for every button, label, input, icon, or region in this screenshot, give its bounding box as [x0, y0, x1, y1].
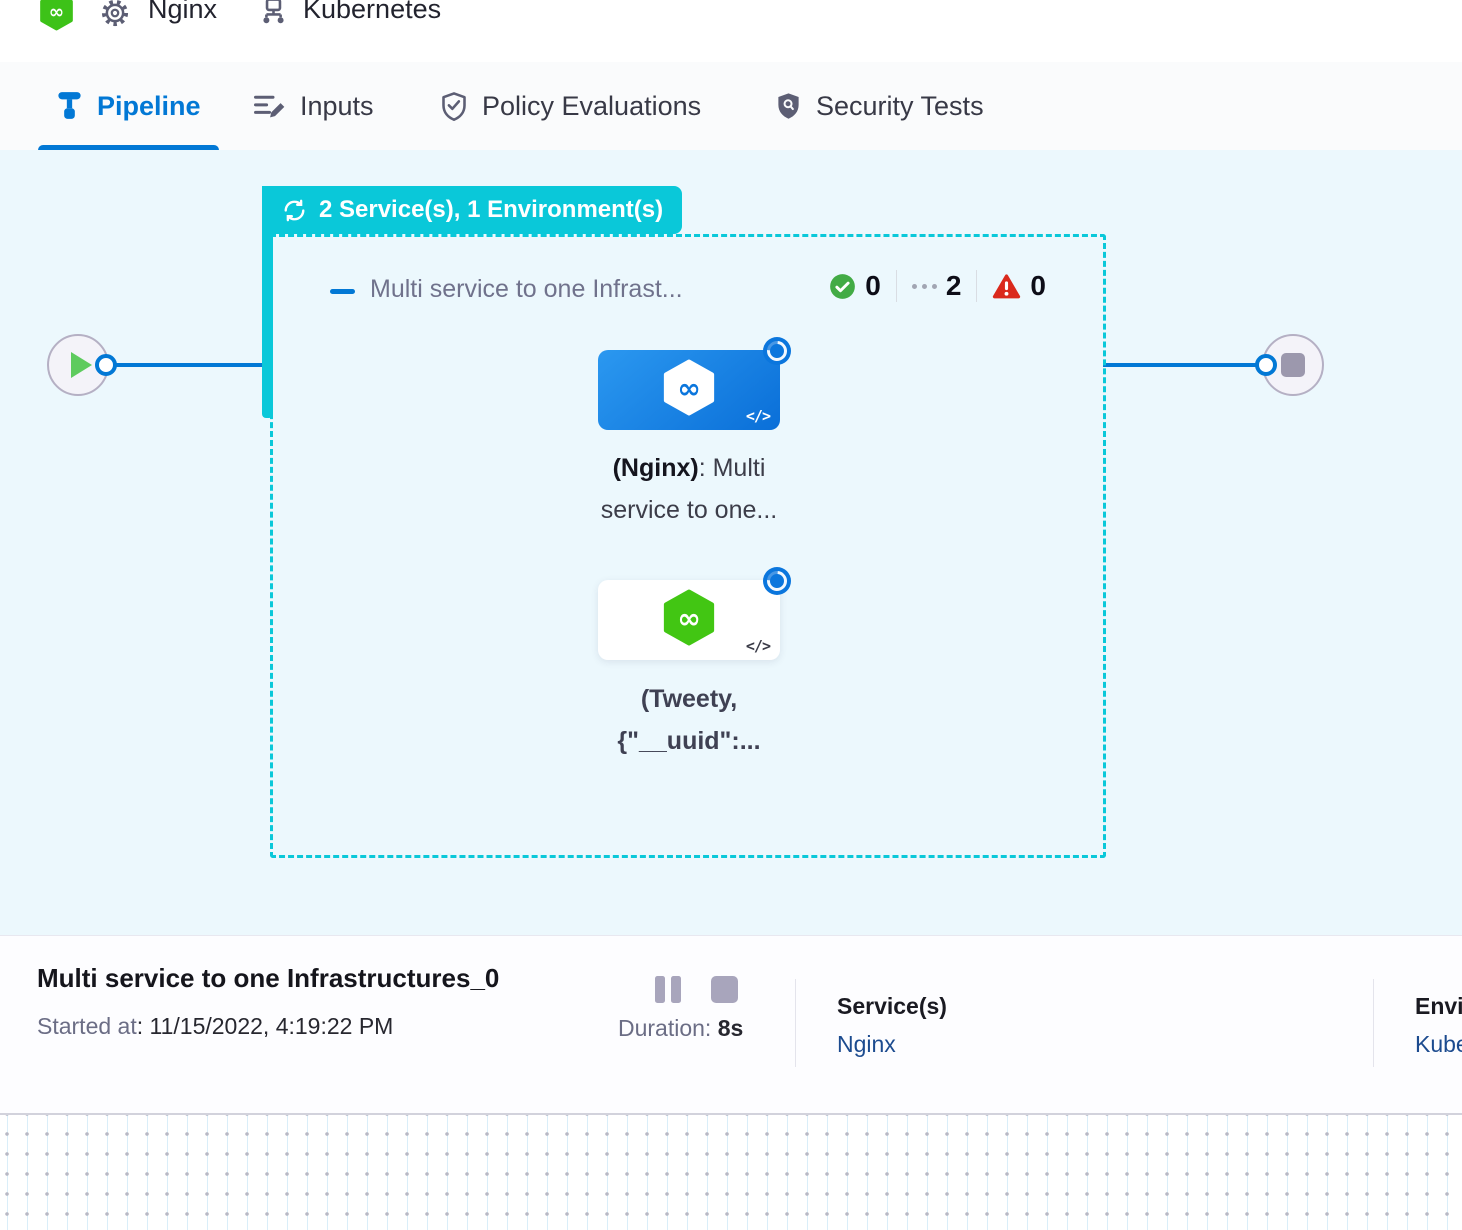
running-count: 2: [946, 270, 962, 302]
connector-dot: [1255, 354, 1277, 376]
running-dots-icon: [912, 284, 937, 289]
status-separator: [976, 270, 977, 302]
edge-start-to-stage: [106, 363, 266, 367]
stage-group-title: Multi service to one Infrast...: [370, 275, 683, 304]
services-value-link[interactable]: Nginx: [837, 1031, 947, 1058]
footer-divider: [795, 979, 796, 1067]
stage-status-counts: 0 2 0: [829, 270, 1046, 302]
footer-divider: [1373, 979, 1374, 1067]
environments-label: Environment(s): [1415, 993, 1462, 1020]
loop-icon: [281, 197, 308, 224]
success-count: 0: [865, 270, 881, 302]
pipeline-icon: [56, 91, 83, 121]
started-at-value: : 11/15/2022, 4:19:22 PM: [137, 1013, 394, 1039]
stage-group-badge[interactable]: 2 Service(s), 1 Environment(s): [262, 186, 682, 234]
environments-value-link[interactable]: Kubernetes: [1415, 1031, 1462, 1058]
edge-stage-to-end: [1103, 363, 1266, 367]
tab-pipeline-label: Pipeline: [97, 91, 201, 122]
stage-group-box: Multi service to one Infrast... 0 2: [270, 234, 1106, 858]
breadcrumb-service-name[interactable]: Nginx: [148, 0, 217, 25]
tab-security-tests[interactable]: Security Tests: [775, 62, 984, 150]
tab-pipeline[interactable]: Pipeline: [56, 62, 201, 150]
services-column: Service(s) Nginx: [837, 993, 947, 1058]
tab-policy-evaluations[interactable]: Policy Evaluations: [440, 62, 701, 150]
execution-title: Multi service to one Infrastructures_0: [37, 963, 499, 994]
stop-execution-button[interactable]: [711, 976, 738, 1003]
collapse-stage-button[interactable]: [330, 289, 355, 294]
duration-value: 8s: [718, 1015, 744, 1041]
stop-icon: [1281, 353, 1305, 377]
execution-tabbar: Pipeline Inputs Policy Evaluations: [0, 62, 1462, 150]
warning-triangle-icon: [992, 273, 1021, 300]
environments-column: Environment(s) Kubernetes: [1415, 993, 1462, 1058]
tab-inputs-label: Inputs: [300, 91, 374, 122]
pause-execution-button[interactable]: [655, 976, 682, 1003]
stage-group-badge-label: 2 Service(s), 1 Environment(s): [319, 196, 663, 224]
harness-service-icon: ∞: [38, 0, 75, 31]
execution-summary-bar: Multi service to one Infrastructures_0 S…: [0, 935, 1462, 1114]
log-grid-strip: [0, 1113, 1462, 1230]
inputs-icon: [253, 92, 286, 120]
infrastructure-icon: [258, 0, 289, 29]
svg-text:∞: ∞: [49, 2, 64, 23]
duration-label: Duration:: [618, 1015, 711, 1041]
started-at-label: Started at: [37, 1013, 137, 1039]
breadcrumb-header: ∞ Nginx Kubernetes: [0, 0, 1462, 63]
started-at-row: Started at: 11/15/2022, 4:19:22 PM: [37, 1013, 393, 1040]
tab-inputs[interactable]: Inputs: [253, 62, 374, 150]
duration-row: Duration: 8s: [618, 1015, 743, 1042]
breadcrumb-environment-name[interactable]: Kubernetes: [303, 0, 441, 25]
tab-policy-evaluations-label: Policy Evaluations: [482, 91, 701, 122]
pipeline-canvas: 2 Service(s), 1 Environment(s) Multi ser…: [0, 150, 1462, 935]
connector-dot: [95, 354, 117, 376]
tab-security-tests-label: Security Tests: [816, 91, 984, 122]
success-check-icon: [829, 273, 856, 300]
policy-shield-check-icon: [440, 91, 468, 122]
status-separator: [896, 270, 897, 302]
security-shield-icon: [775, 91, 802, 121]
services-label: Service(s): [837, 993, 947, 1020]
pipeline-execution-page: ∞ Nginx Kubernetes: [0, 0, 1462, 1228]
failed-count: 0: [1030, 270, 1046, 302]
play-icon: [71, 352, 92, 378]
gear-icon: [99, 0, 131, 29]
